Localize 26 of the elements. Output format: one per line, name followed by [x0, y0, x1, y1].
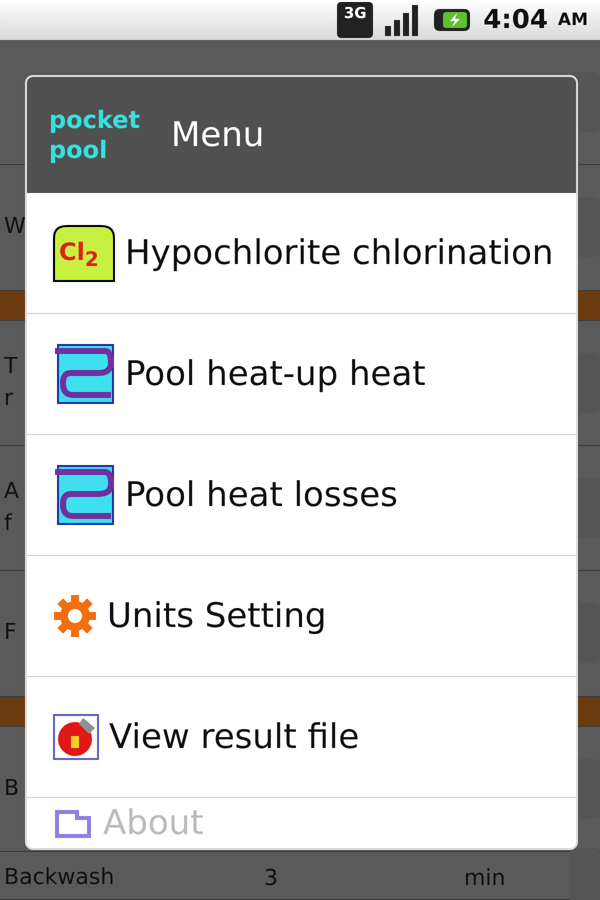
chlorine-icon: Cl$_{2}$ [53, 224, 115, 282]
field-label: f [4, 510, 12, 538]
menu-item[interactable]: Cl$_{2}$ Hypochlorite chlorination [27, 193, 576, 314]
gear-icon [53, 594, 97, 638]
app-logo: pocket pool [49, 105, 141, 165]
clock-time: 4:04 [483, 5, 548, 35]
field-label: A [4, 478, 20, 506]
unit-label: min [464, 866, 506, 891]
field-value: 3 [264, 866, 278, 891]
menu-title: Menu [171, 115, 264, 155]
field-label: W [4, 213, 26, 242]
field-label: F [4, 619, 17, 648]
clock-meridiem: AM [558, 10, 588, 30]
menu-item[interactable]: Units Setting [27, 556, 576, 677]
field-label: Backwash [4, 864, 114, 892]
field-label: T [4, 352, 18, 381]
heating-coil-icon [53, 464, 115, 526]
menu-item[interactable]: Pool heat-up heat [27, 314, 576, 435]
document-icon [53, 808, 93, 838]
result-file-icon [53, 714, 99, 760]
heating-coil-icon [53, 343, 115, 405]
field-label: B [4, 774, 20, 803]
menu-item[interactable]: View result file [27, 677, 576, 798]
network-indicator: 3G [337, 2, 374, 38]
menu-item[interactable]: Pool heat losses [27, 435, 576, 556]
field-label: r [4, 384, 14, 413]
